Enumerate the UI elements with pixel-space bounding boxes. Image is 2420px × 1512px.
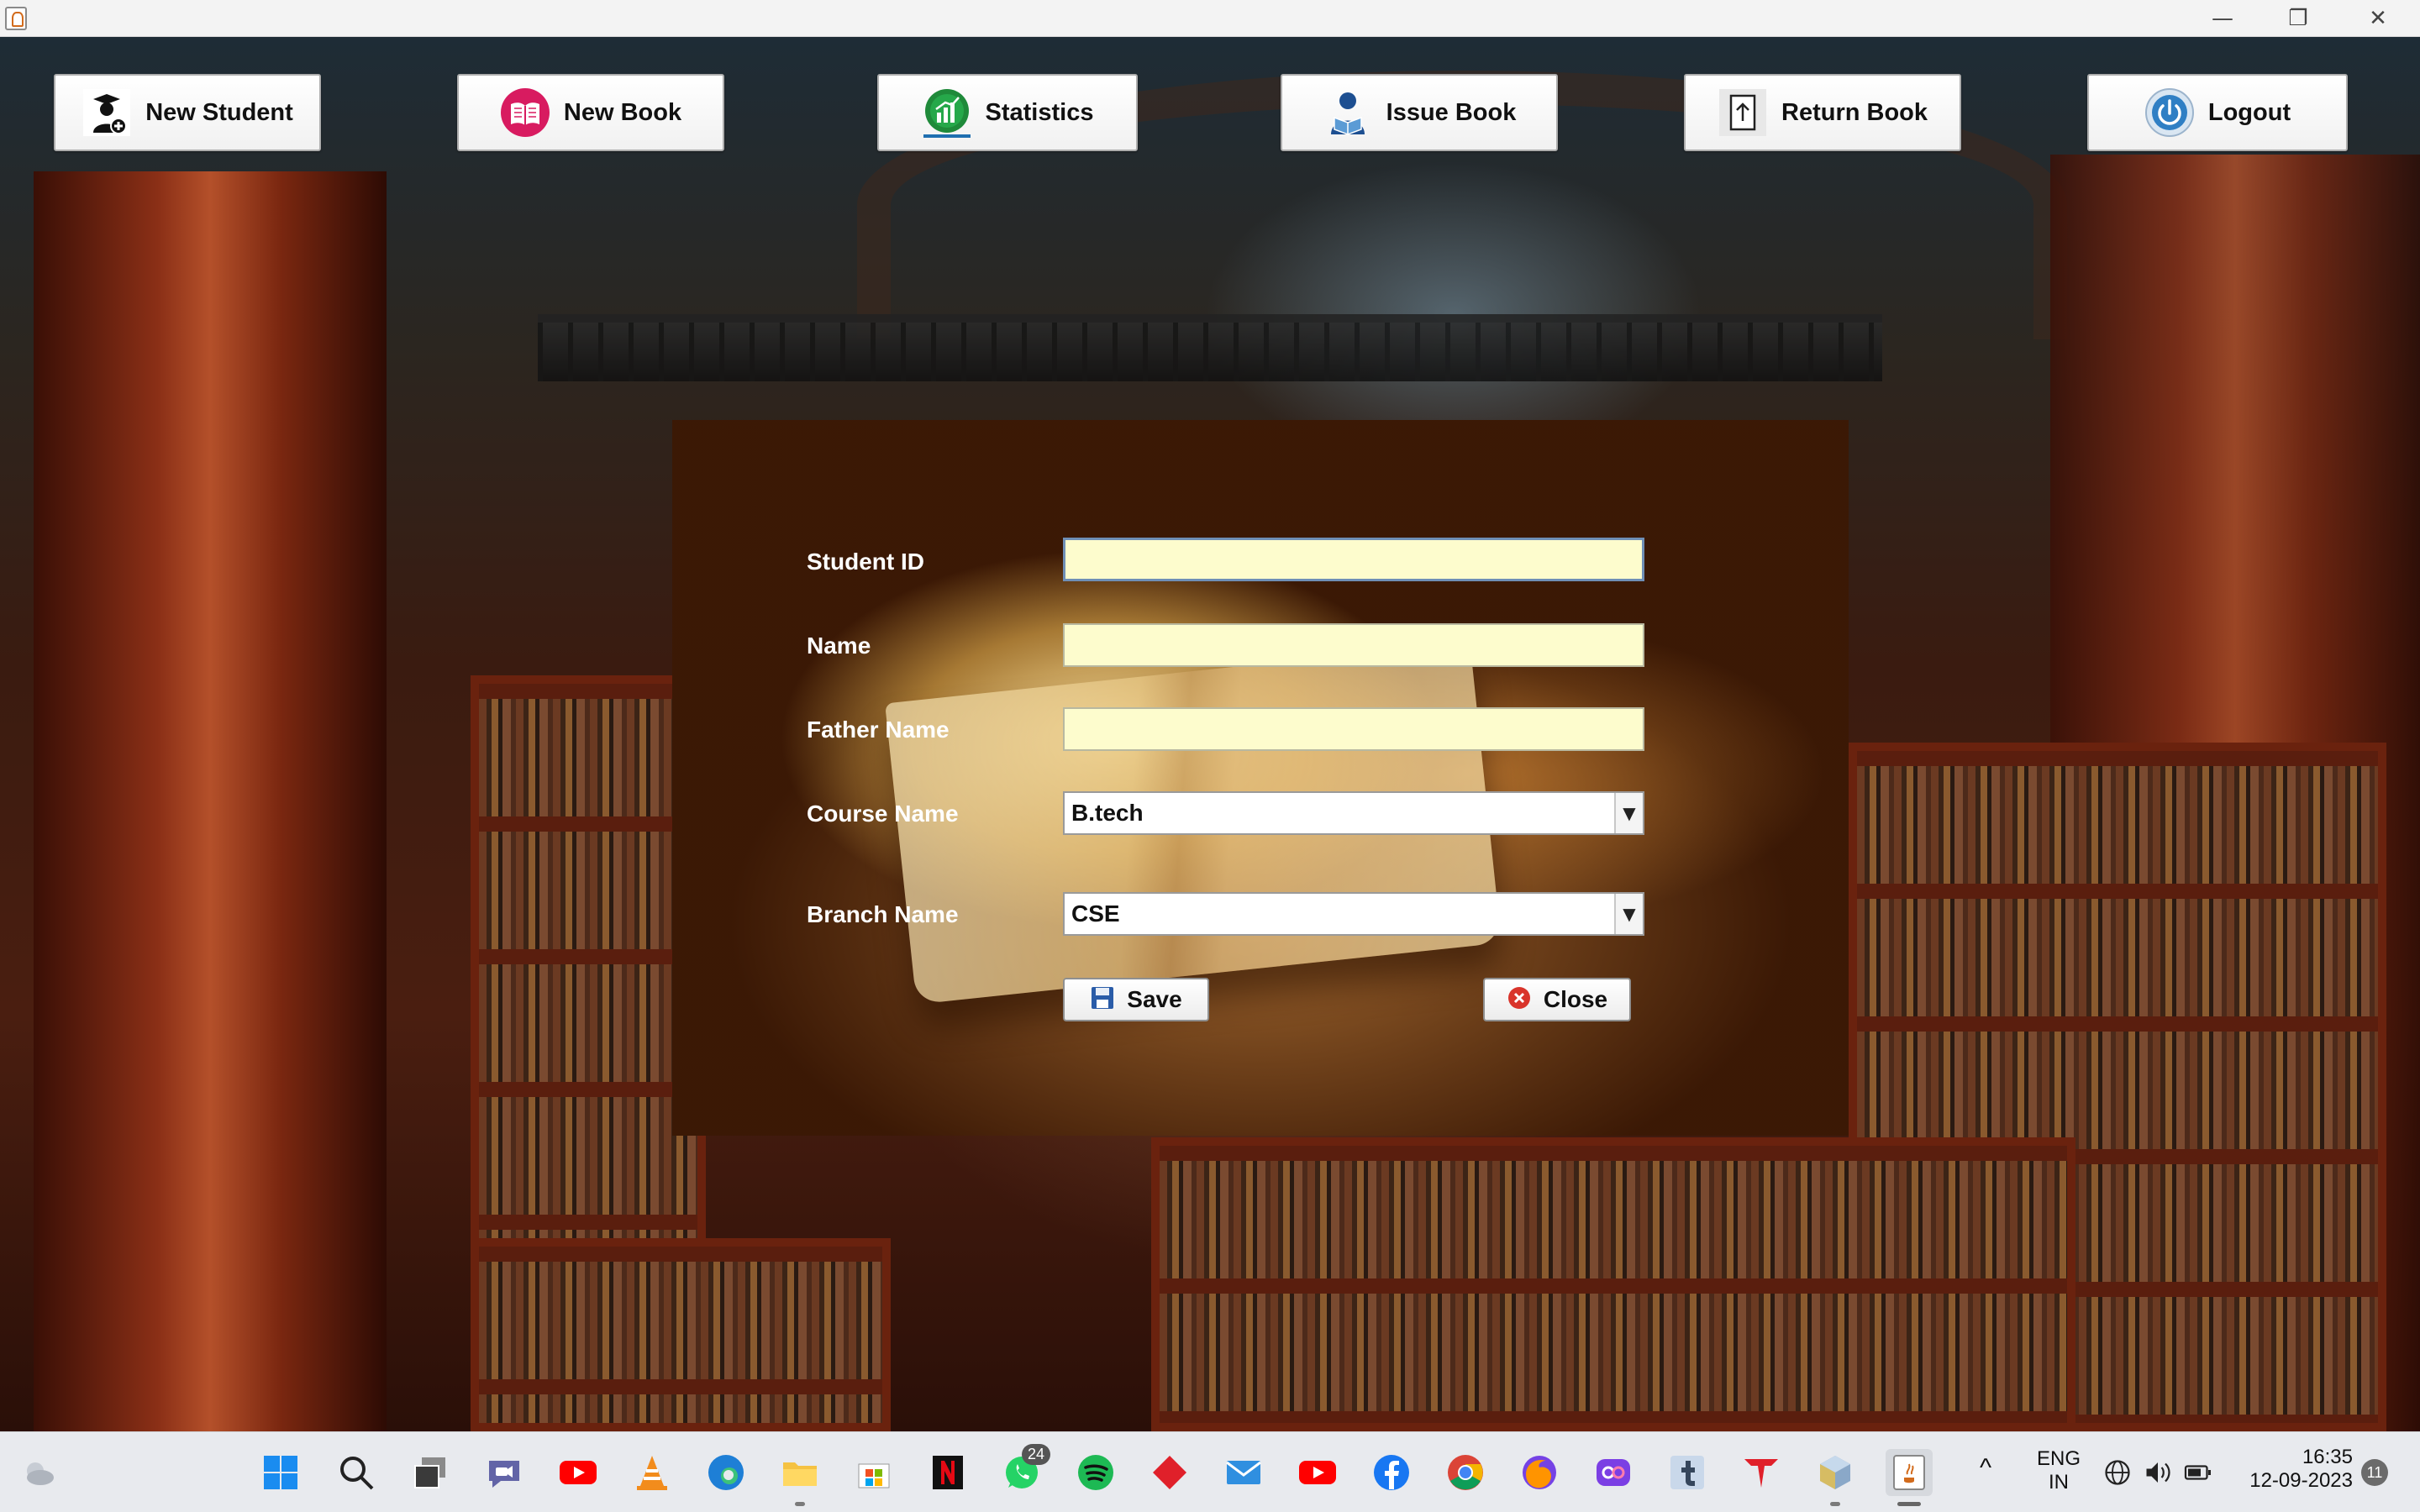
active-app-indicator: [1897, 1502, 1921, 1506]
close-button[interactable]: Close: [1483, 978, 1631, 1021]
bookshelf-center: [1151, 1137, 2075, 1431]
search-icon[interactable]: [333, 1449, 380, 1496]
power-icon: [2144, 87, 2195, 138]
chrome-icon[interactable]: [1442, 1449, 1489, 1496]
branch-name-select[interactable]: CSE ▼: [1063, 892, 1644, 936]
new-student-form: Student ID Name Father Name Course Name …: [672, 420, 1849, 1136]
volume-icon[interactable]: [2141, 1449, 2175, 1496]
firefox-icon[interactable]: [1516, 1449, 1563, 1496]
student-add-icon: [82, 87, 132, 138]
taskbar: 24 ^ ENG IN 16:35 12-09-2023 11: [0, 1431, 2420, 1512]
close-window-button[interactable]: ✕: [2340, 0, 2416, 37]
clock-date: 12-09-2023: [2249, 1469, 2353, 1492]
chevron-down-icon[interactable]: ▼: [1614, 793, 1643, 833]
file-explorer-icon[interactable]: [776, 1449, 823, 1506]
java-app-icon: [5, 7, 27, 30]
red-t-app-icon[interactable]: [1738, 1449, 1785, 1496]
new-book-button[interactable]: New Book: [457, 74, 724, 151]
name-input[interactable]: [1063, 623, 1644, 667]
background-balcony: [538, 314, 1882, 381]
youtube-icon[interactable]: [1294, 1449, 1341, 1496]
maximize-button[interactable]: ❐: [2260, 0, 2336, 37]
notification-count-badge[interactable]: 11: [2361, 1459, 2388, 1486]
statistics-label: Statistics: [985, 98, 1094, 126]
close-circle-icon: [1507, 985, 1532, 1014]
close-label: Close: [1543, 986, 1608, 1012]
weather-icon[interactable]: [15, 1449, 62, 1496]
title-bar: — ❐ ✕: [0, 0, 2420, 37]
netflix-icon[interactable]: [924, 1449, 971, 1496]
java-taskbar-icon[interactable]: [1886, 1449, 1933, 1506]
task-view-icon[interactable]: [407, 1449, 454, 1496]
running-indicator: [795, 1502, 805, 1506]
issue-book-icon: [1323, 87, 1373, 138]
student-id-label: Student ID: [807, 549, 924, 575]
course-name-value: B.tech: [1071, 800, 1144, 826]
red-diamond-app-icon[interactable]: [1146, 1449, 1193, 1496]
background-pillar-left: [34, 171, 387, 1431]
youtube-icon[interactable]: [555, 1449, 602, 1496]
return-book-label: Return Book: [1781, 98, 1928, 126]
father-name-input[interactable]: [1063, 707, 1644, 751]
teams-chat-icon[interactable]: [481, 1449, 528, 1496]
chevron-down-icon[interactable]: ▼: [1614, 894, 1643, 934]
clipchamp-icon[interactable]: [1590, 1449, 1637, 1496]
facebook-icon[interactable]: [1368, 1449, 1415, 1496]
whatsapp-icon[interactable]: 24: [998, 1444, 1050, 1496]
bookshelf-bottom-left: [471, 1238, 891, 1431]
windows-start-icon[interactable]: [257, 1449, 304, 1496]
issue-book-label: Issue Book: [1386, 98, 1517, 126]
return-book-button[interactable]: Return Book: [1684, 74, 1961, 151]
edge-browser-icon[interactable]: [702, 1449, 750, 1496]
spotify-icon[interactable]: [1072, 1449, 1119, 1496]
clock-time: 16:35: [2302, 1446, 2353, 1468]
vlc-icon[interactable]: [629, 1449, 676, 1496]
statistics-button[interactable]: Statistics: [877, 74, 1138, 151]
logout-label: Logout: [2207, 98, 2291, 126]
new-student-label: New Student: [145, 98, 293, 126]
tumblr-icon[interactable]: [1664, 1449, 1711, 1496]
branch-name-value: CSE: [1071, 900, 1120, 927]
name-label: Name: [807, 633, 871, 659]
language-indicator[interactable]: ENG IN: [2033, 1447, 2084, 1494]
book-icon: [500, 87, 550, 138]
chevron-up-icon[interactable]: ^: [1980, 1454, 1991, 1483]
virtualbox-icon[interactable]: [1812, 1449, 1859, 1506]
father-name-label: Father Name: [807, 717, 950, 743]
battery-icon[interactable]: [2181, 1449, 2215, 1496]
language-region: IN: [2049, 1471, 2069, 1494]
new-student-button[interactable]: New Student: [54, 74, 321, 151]
whatsapp-unread-badge: 24: [1021, 1444, 1050, 1465]
microsoft-store-icon[interactable]: [850, 1449, 897, 1496]
floppy-disk-icon: [1090, 985, 1115, 1014]
issue-book-button[interactable]: Issue Book: [1281, 74, 1558, 151]
language-code: ENG: [2036, 1447, 2081, 1470]
statistics-icon: [922, 87, 972, 138]
clock[interactable]: 16:35 12-09-2023: [2235, 1446, 2353, 1493]
student-id-input[interactable]: [1063, 538, 1644, 581]
new-book-label: New Book: [563, 98, 682, 126]
network-globe-icon[interactable]: [2101, 1449, 2134, 1496]
save-label: Save: [1127, 986, 1182, 1012]
return-book-icon: [1718, 87, 1768, 138]
logout-button[interactable]: Logout: [2087, 74, 2348, 151]
course-name-label: Course Name: [807, 801, 959, 827]
mail-icon[interactable]: [1220, 1449, 1267, 1496]
course-name-select[interactable]: B.tech ▼: [1063, 791, 1644, 835]
save-button[interactable]: Save: [1063, 978, 1209, 1021]
minimize-button[interactable]: —: [2185, 0, 2260, 37]
branch-name-label: Branch Name: [807, 901, 959, 927]
running-indicator: [1830, 1502, 1840, 1506]
